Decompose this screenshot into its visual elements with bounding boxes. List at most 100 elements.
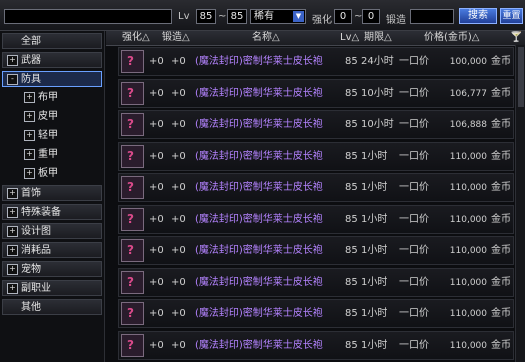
sidebar-item-4[interactable]: + 皮甲 xyxy=(20,109,100,125)
table-row[interactable]: ? +0 +0 (魔法封印)密制华莱士皮长袍 85 1小时 一口价 110,000 金币 xyxy=(118,173,514,202)
expand-icon[interactable]: + xyxy=(7,263,18,275)
cell-unit: 金币 xyxy=(491,276,511,288)
sidebar-item-8[interactable]: + 首饰 xyxy=(2,185,102,201)
cell-enhance: +0 xyxy=(149,87,164,99)
reset-button[interactable]: 重置 xyxy=(500,8,523,24)
item-icon[interactable]: ? xyxy=(121,270,144,294)
table-row[interactable]: ? +0 +0 (魔法封印)密制华莱士皮长袍 85 10小时 一口价 106,777 金币 xyxy=(118,78,514,108)
item-icon[interactable]: ? xyxy=(121,207,144,231)
sidebar-item-6[interactable]: + 重甲 xyxy=(20,147,100,163)
expand-icon[interactable]: + xyxy=(7,187,18,199)
cell-name: (魔法封印)密制华莱士皮长袍 xyxy=(195,182,323,193)
cell-price: 110,000 xyxy=(449,214,487,225)
sealed-item-icon: ? xyxy=(127,148,134,163)
lv-range-sep: ~ xyxy=(218,11,227,22)
sidebar-item-label: 设计图 xyxy=(21,226,51,237)
lv-min-input[interactable]: 85 xyxy=(196,9,216,24)
list-scrollbar[interactable] xyxy=(515,45,525,362)
sidebar-item-7[interactable]: + 板甲 xyxy=(20,166,100,182)
cell-lv: 85 xyxy=(345,56,358,67)
cell-enhance: +0 xyxy=(149,56,164,67)
cell-unit: 金币 xyxy=(491,119,511,130)
enhance-max-input[interactable]: 0 xyxy=(362,9,380,24)
search-bar: Lv 85 ~ 85 稀有 ▼ 强化 0 ~ 0 锻造 搜索 重置 xyxy=(0,0,525,31)
table-row[interactable]: ? +0 +0 (魔法封印)密制华莱士皮长袍 85 1小时 一口价 110,000 金币 xyxy=(118,141,514,171)
sidebar-item-11[interactable]: + 消耗品 xyxy=(2,242,102,258)
sidebar-item-2[interactable]: - 防具 xyxy=(2,71,102,87)
cell-mode: 一口价 xyxy=(399,213,429,225)
expand-icon[interactable]: + xyxy=(24,167,35,179)
sidebar-item-5[interactable]: + 轻甲 xyxy=(20,128,100,144)
cell-time: 1小时 xyxy=(361,150,388,162)
sidebar-item-12[interactable]: + 宠物 xyxy=(2,261,102,277)
col-period-header[interactable]: 期限△ xyxy=(364,32,392,44)
expand-icon[interactable]: + xyxy=(24,129,35,141)
sidebar-item-9[interactable]: + 特殊装备 xyxy=(2,204,102,220)
sidebar-item-14[interactable]: 其他 xyxy=(2,299,102,315)
expand-icon[interactable]: + xyxy=(7,244,18,256)
col-name-header[interactable]: 名称△ xyxy=(252,32,280,44)
item-icon[interactable]: ? xyxy=(121,302,144,325)
search-button[interactable]: 搜索 xyxy=(459,8,497,24)
forge-input[interactable] xyxy=(410,9,454,24)
cell-forge: +0 xyxy=(171,245,186,256)
expand-icon[interactable]: + xyxy=(7,54,18,66)
table-row[interactable]: ? +0 +0 (魔法封印)密制华莱士皮长袍 85 1小时 一口价 110,000 金币 xyxy=(118,299,514,328)
item-icon[interactable]: ? xyxy=(121,144,144,168)
sidebar-item-1[interactable]: + 武器 xyxy=(2,52,102,68)
cell-time: 1小时 xyxy=(361,245,388,256)
table-row[interactable]: ? +0 +0 (魔法封印)密制华莱士皮长袍 85 1小时 一口价 110,000 金币 xyxy=(118,330,514,360)
sidebar-item-10[interactable]: + 设计图 xyxy=(2,223,102,239)
item-icon[interactable]: ? xyxy=(121,239,144,262)
expand-icon[interactable]: + xyxy=(7,225,18,237)
item-icon[interactable]: ? xyxy=(121,113,144,136)
item-icon[interactable]: ? xyxy=(121,176,144,199)
rarity-select[interactable]: 稀有 ▼ xyxy=(250,9,306,24)
sealed-item-icon: ? xyxy=(127,54,134,68)
collapse-icon[interactable]: - xyxy=(7,73,18,85)
table-row[interactable]: ? +0 +0 (魔法封印)密制华莱士皮长袍 85 24小时 一口价 100,000 金币 xyxy=(118,47,514,76)
expand-icon[interactable]: + xyxy=(24,110,35,122)
sealed-item-icon: ? xyxy=(127,306,134,320)
col-lv-header[interactable]: Lv△ xyxy=(340,32,359,44)
expand-icon[interactable]: + xyxy=(7,206,18,218)
cell-unit: 金币 xyxy=(491,56,511,67)
item-icon[interactable]: ? xyxy=(121,81,144,105)
cell-time: 1小时 xyxy=(361,339,388,351)
item-icon[interactable]: ? xyxy=(121,333,144,357)
lv-max-input[interactable]: 85 xyxy=(227,9,247,24)
sidebar-item-0[interactable]: 全部 xyxy=(2,33,102,49)
table-row[interactable]: ? +0 +0 (魔法封印)密制华莱士皮长袍 85 1小时 一口价 110,000 金币 xyxy=(118,267,514,297)
expand-icon[interactable]: + xyxy=(24,91,35,103)
sidebar-item-label: 消耗品 xyxy=(21,245,51,256)
scrollbar-thumb[interactable] xyxy=(518,47,524,107)
sidebar-item-13[interactable]: + 副职业 xyxy=(2,280,102,296)
sealed-item-icon: ? xyxy=(127,180,134,194)
cell-enhance: +0 xyxy=(149,245,164,256)
cell-mode: 一口价 xyxy=(399,276,429,288)
col-forge-header[interactable]: 锻造△ xyxy=(162,32,190,44)
sidebar-item-label: 防具 xyxy=(21,74,41,85)
chevron-down-icon[interactable]: ▼ xyxy=(293,11,304,22)
cell-lv: 85 xyxy=(345,276,358,288)
cell-enhance: +0 xyxy=(149,339,164,351)
sidebar-item-3[interactable]: + 布甲 xyxy=(20,90,100,106)
cell-lv: 85 xyxy=(345,87,358,99)
cell-price: 100,000 xyxy=(449,57,487,67)
col-price-header[interactable]: 价格(金币)△ xyxy=(424,32,480,44)
item-icon[interactable]: ? xyxy=(121,50,144,73)
expand-icon[interactable]: + xyxy=(24,148,35,160)
col-enhance-header[interactable]: 强化△ xyxy=(122,32,150,44)
table-row[interactable]: ? +0 +0 (魔法封印)密制华莱士皮长袍 85 10小时 一口价 106,888 金币 xyxy=(118,110,514,139)
item-search-input[interactable] xyxy=(4,9,172,24)
cell-time: 24小时 xyxy=(361,56,394,67)
sidebar-item-label: 皮甲 xyxy=(38,111,58,122)
table-row[interactable]: ? +0 +0 (魔法封印)密制华莱士皮长袍 85 1小时 一口价 110,000 金币 xyxy=(118,236,514,265)
expand-icon[interactable]: + xyxy=(7,282,18,294)
enhance-min-input[interactable]: 0 xyxy=(334,9,352,24)
pin-icon[interactable]: 🍸 xyxy=(510,32,522,44)
table-row[interactable]: ? +0 +0 (魔法封印)密制华莱士皮长袍 85 1小时 一口价 110,000 金币 xyxy=(118,204,514,234)
sidebar-item-label: 全部 xyxy=(21,36,41,47)
sealed-item-icon: ? xyxy=(127,117,134,131)
cell-forge: +0 xyxy=(171,56,186,67)
